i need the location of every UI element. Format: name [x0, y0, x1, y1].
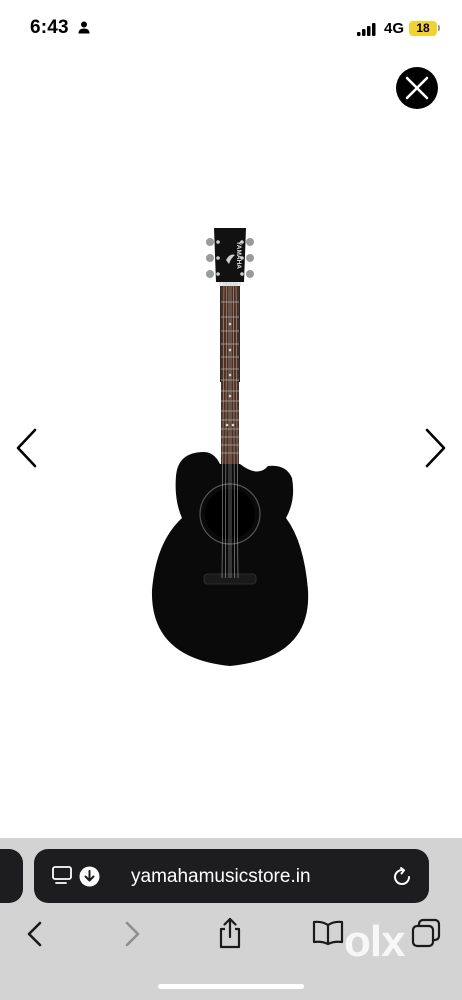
battery-level: 18 — [416, 21, 430, 35]
chevron-left-icon[interactable] — [12, 426, 42, 470]
home-indicator — [158, 984, 304, 989]
status-time: 6:43 — [30, 17, 69, 38]
url-text[interactable]: yamahamusicstore.in — [131, 866, 311, 888]
download-icon[interactable] — [79, 866, 100, 887]
tabs-icon[interactable] — [411, 918, 441, 948]
previous-tab-stub[interactable] — [0, 849, 23, 903]
reader-mode-icon[interactable] — [52, 866, 74, 886]
network-label: 4G — [384, 20, 405, 37]
forward-icon[interactable] — [121, 920, 143, 948]
person-icon — [78, 21, 90, 34]
guitar-image: YAMAHA — [151, 228, 309, 666]
close-icon — [405, 76, 429, 100]
reload-icon[interactable] — [391, 866, 413, 888]
signal-icon — [357, 23, 376, 36]
battery-icon: 18 — [409, 21, 437, 36]
bookmarks-icon[interactable] — [312, 920, 344, 946]
close-button[interactable] — [396, 67, 438, 109]
status-bar: 6:43 4G 18 — [0, 0, 462, 60]
chevron-right-icon[interactable] — [420, 426, 450, 470]
battery-cap — [438, 25, 440, 31]
share-icon[interactable] — [216, 917, 244, 949]
olx-watermark: olx — [344, 917, 406, 966]
back-icon[interactable] — [24, 920, 46, 948]
headstock-brand: YAMAHA — [235, 241, 242, 269]
